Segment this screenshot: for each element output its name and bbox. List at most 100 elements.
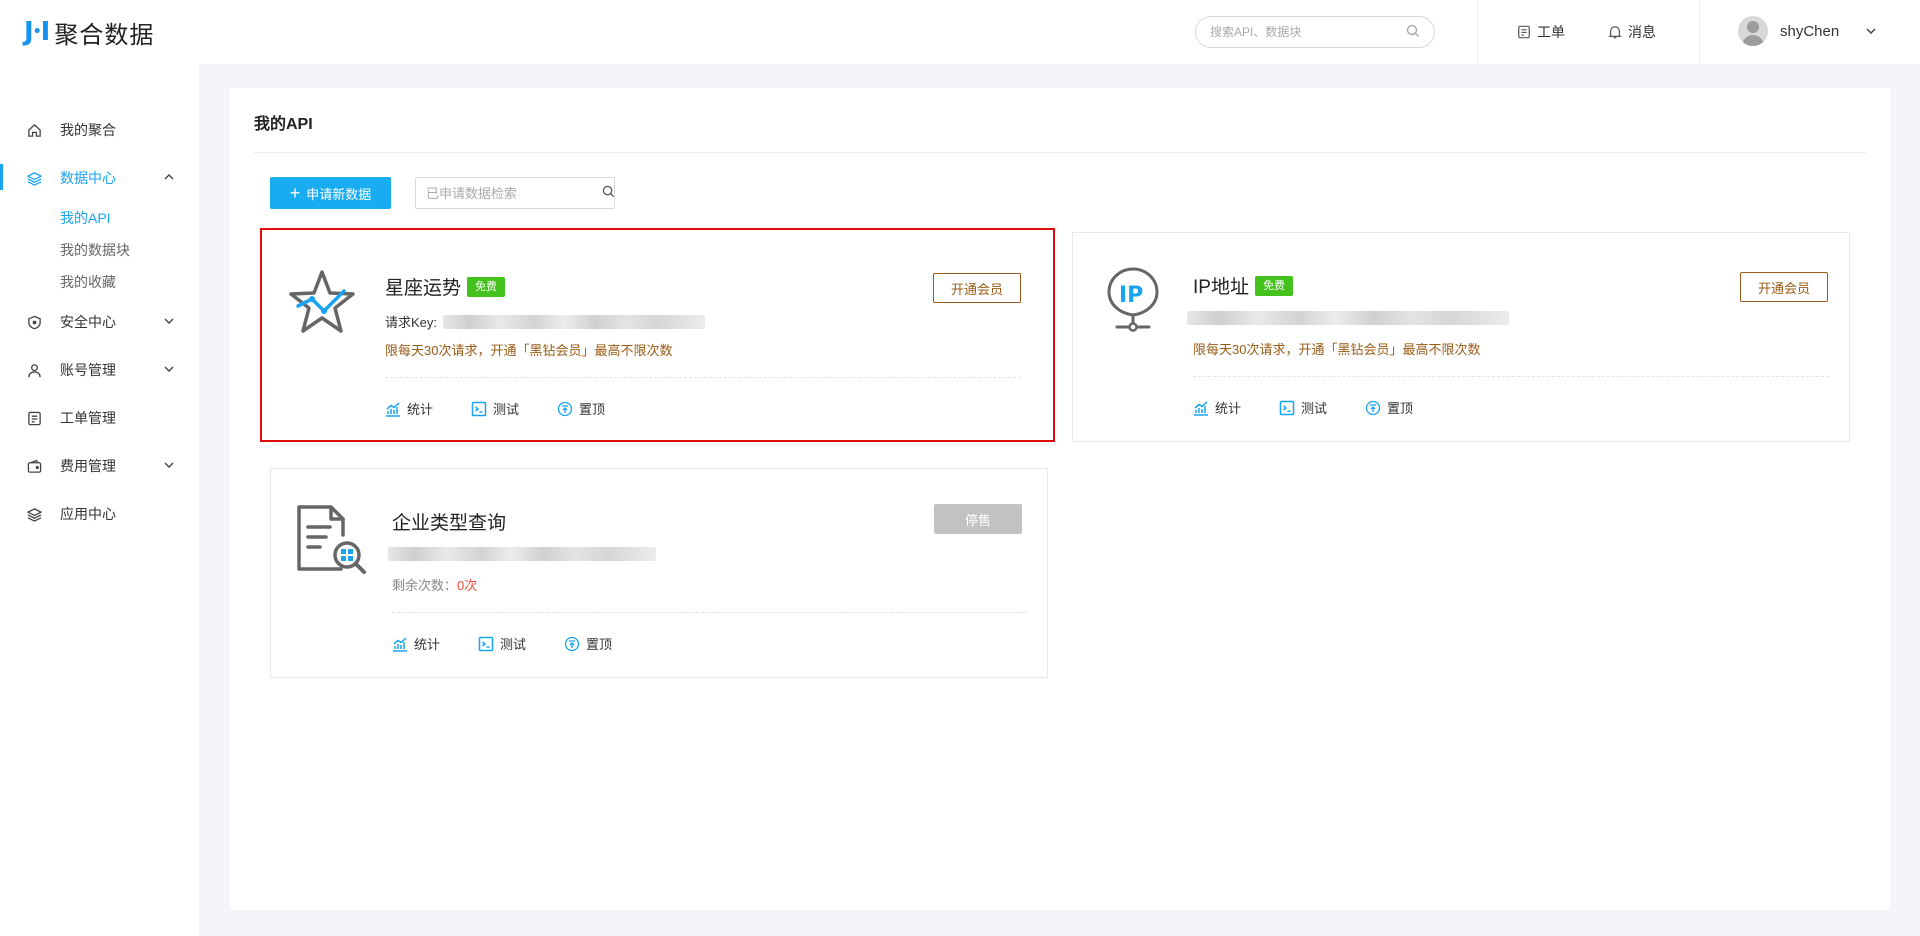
brand-logo[interactable]: J • I 聚合数据 [24, 14, 154, 50]
sidebar-item-label: 数据中心 [60, 170, 116, 186]
title-divider [254, 152, 1866, 153]
sidebar-item-ticket-management[interactable]: 工单管理 [0, 394, 199, 442]
page-title: 我的API [254, 116, 313, 133]
test-label: 测试 [493, 402, 520, 417]
chevron-down-icon [1865, 25, 1877, 37]
main-panel: 我的API + 申请新数据 星座运势 免费 请求Key: 限每天30次请求 [230, 88, 1890, 910]
applied-data-filter [415, 177, 615, 209]
apply-new-data-label: 申请新数据 [306, 186, 372, 202]
api-name[interactable]: 星座运势 免费 [385, 273, 506, 300]
sidebar-item-label: 账号管理 [60, 362, 116, 378]
stats-label: 统计 [414, 637, 441, 652]
card-actions: 统计 测试 置顶 [392, 634, 650, 653]
card-actions: 统计 测试 置顶 [1193, 398, 1451, 417]
sidebar: J • I 聚合数据 我的聚合 数据中心 我的API 我的数据块 我的收藏 安全中心 [0, 0, 199, 936]
ticket-link[interactable]: 工单 [1517, 22, 1565, 42]
api-name[interactable]: 企业类型查询 [392, 508, 506, 535]
test-action[interactable]: 测试 [478, 634, 526, 653]
pin-top-icon [557, 401, 573, 417]
layers-icon [26, 170, 42, 186]
sidebar-nav: 我的聚合 数据中心 我的API 我的数据块 我的收藏 安全中心 账号管理 工单管… [0, 106, 199, 538]
sidebar-item-account-management[interactable]: 账号管理 [0, 346, 199, 394]
brand-name: 聚合数据 [54, 21, 155, 49]
stats-action[interactable]: 统计 [1193, 398, 1241, 417]
masked-request-key [443, 314, 706, 329]
document-search-icon [293, 503, 369, 579]
messages-link[interactable]: 消息 [1608, 22, 1656, 42]
test-action[interactable]: 测试 [1279, 398, 1327, 417]
header-divider [1477, 0, 1478, 64]
stats-action[interactable]: 统计 [392, 634, 440, 653]
chevron-up-icon [163, 170, 175, 186]
chevron-down-icon [163, 314, 175, 330]
api-name[interactable]: IP地址 免费 [1193, 272, 1293, 299]
free-badge: 免费 [1254, 275, 1293, 296]
search-icon[interactable] [1406, 24, 1420, 41]
wallet-icon [26, 458, 42, 474]
sidebar-item-app-center[interactable]: 应用中心 [0, 490, 199, 538]
pin-action[interactable]: 置顶 [1365, 398, 1413, 417]
messages-label: 消息 [1628, 24, 1656, 40]
sidebar-subitem-my-data-blocks[interactable]: 我的数据块 [0, 234, 199, 266]
global-search-input[interactable] [1210, 25, 1406, 39]
masked-request-key-value [1187, 311, 1509, 325]
remaining-value: 0次 [457, 578, 478, 593]
request-key-label: 请求Key: [385, 315, 438, 330]
pin-label: 置顶 [579, 402, 606, 417]
test-action[interactable]: 测试 [471, 399, 519, 418]
user-icon [26, 362, 42, 378]
card-divider [1193, 376, 1829, 377]
sidebar-subitem-my-favorites[interactable]: 我的收藏 [0, 266, 199, 298]
chevron-down-icon [163, 362, 175, 378]
chart-icon [1193, 400, 1209, 416]
stats-label: 统计 [1215, 401, 1242, 416]
stats-action[interactable]: 统计 [385, 399, 433, 418]
chart-icon [392, 636, 408, 652]
pin-action[interactable]: 置顶 [564, 634, 612, 653]
open-membership-button[interactable]: 开通会员 [1740, 272, 1828, 302]
apply-new-data-button[interactable]: + 申请新数据 [270, 177, 391, 209]
card-divider [385, 377, 1021, 378]
logo-mark: J • I [24, 17, 50, 47]
global-search [1195, 16, 1435, 48]
sidebar-item-security-center[interactable]: 安全中心 [0, 298, 199, 346]
api-name-text: IP地址 [1193, 277, 1249, 298]
pin-action[interactable]: 置顶 [557, 399, 605, 418]
chevron-down-icon [163, 458, 175, 474]
stats-label: 统计 [407, 402, 434, 417]
sidebar-item-label: 我的聚合 [60, 122, 116, 138]
free-badge: 免费 [467, 276, 506, 297]
sidebar-item-label: 应用中心 [60, 506, 116, 522]
api-name-text: 星座运势 [385, 278, 462, 299]
discontinued-button[interactable]: 停售 [934, 504, 1022, 534]
svg-text:IP: IP [1119, 283, 1143, 308]
plus-icon: + [289, 183, 301, 203]
home-icon [26, 122, 42, 138]
api-card-company-type[interactable]: 企业类型查询 剩余次数：0次 停售 统计 测试 置顶 [270, 468, 1048, 678]
sidebar-item-data-center[interactable]: 数据中心 [0, 154, 199, 202]
top-header: 工单 消息 shyChen [199, 0, 1920, 64]
pin-top-icon [1365, 400, 1381, 416]
ip-location-icon: IP [1103, 263, 1179, 339]
test-label: 测试 [1301, 401, 1328, 416]
card-actions: 统计 测试 置顶 [385, 399, 643, 418]
chart-icon [385, 401, 401, 417]
ticket-icon [26, 410, 42, 426]
sidebar-item-my-juhe[interactable]: 我的聚合 [0, 106, 199, 154]
layers-icon [26, 506, 42, 522]
sidebar-item-billing-management[interactable]: 费用管理 [0, 442, 199, 490]
user-menu[interactable]: shyChen [1738, 16, 1877, 46]
applied-data-search-input[interactable] [426, 185, 602, 201]
api-card-horoscope[interactable]: 星座运势 免费 请求Key: 限每天30次请求，开通「黑钻会员」最高不限次数 开… [260, 228, 1055, 442]
sidebar-item-label: 安全中心 [60, 314, 116, 330]
terminal-icon [1279, 400, 1295, 416]
bell-icon [1608, 25, 1622, 39]
sidebar-subitem-my-api[interactable]: 我的API [0, 202, 199, 234]
masked-request-key-value [388, 547, 656, 561]
api-card-ip-address[interactable]: IP IP地址 免费 限每天30次请求，开通「黑钻会员」最高不限次数 开通会员 … [1072, 232, 1850, 442]
open-membership-button[interactable]: 开通会员 [933, 273, 1021, 303]
request-key-line: 请求Key: [385, 312, 706, 331]
api-name-text: 企业类型查询 [392, 513, 507, 534]
ticket-label: 工单 [1537, 24, 1565, 40]
search-icon[interactable] [602, 185, 615, 201]
